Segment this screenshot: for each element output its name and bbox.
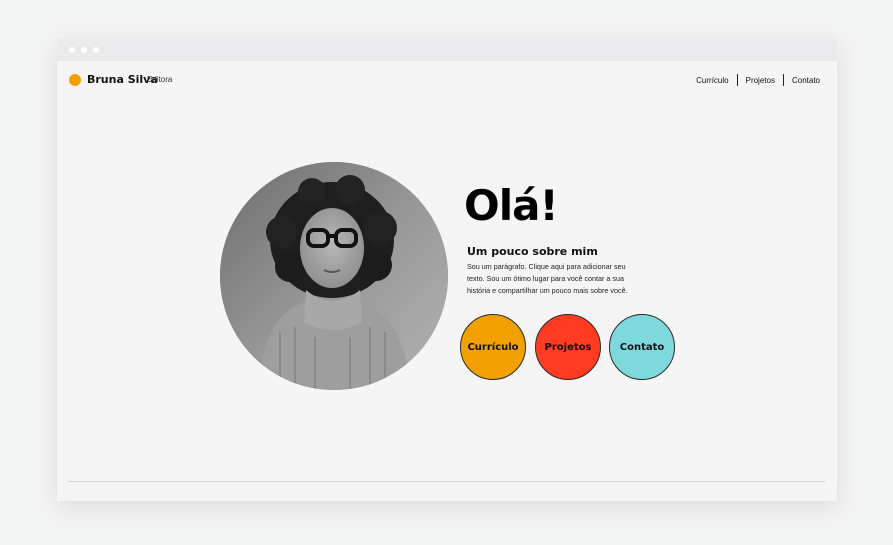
contato-button[interactable]: Contato xyxy=(609,314,675,380)
profile-photo xyxy=(220,162,448,390)
browser-window: Bruna Silva Editora Currículo Projetos C… xyxy=(57,39,837,501)
about-line: história e compartilhar um pouco mais so… xyxy=(467,285,628,295)
logo-dot-icon xyxy=(69,74,81,86)
nav-divider xyxy=(782,74,784,86)
projetos-button[interactable]: Projetos xyxy=(535,314,601,380)
nav-link-curriculo[interactable]: Currículo xyxy=(696,76,728,85)
nav-link-contato[interactable]: Contato xyxy=(792,76,820,85)
about-line: Sou um parágrafo. Clique aqui para adici… xyxy=(467,262,626,271)
window-dot-icon xyxy=(81,47,87,53)
about-paragraph[interactable]: Sou um parágrafo. Clique aqui para adici… xyxy=(467,261,647,296)
nav-divider xyxy=(736,74,738,86)
about-title: Um pouco sobre mim xyxy=(467,245,598,258)
top-nav: Currículo Projetos Contato xyxy=(696,74,820,86)
nav-link-projetos[interactable]: Projetos xyxy=(746,76,775,85)
portrait-photo-icon xyxy=(220,162,448,390)
window-dot-icon xyxy=(93,47,99,53)
window-dot-icon xyxy=(69,47,75,53)
browser-chrome-bar xyxy=(57,39,837,61)
about-line: texto. Sou um ótimo lugar para você cont… xyxy=(467,273,625,283)
footer-divider xyxy=(68,481,826,482)
brand-subtitle: Editora xyxy=(147,75,173,84)
greeting-heading: Olá! xyxy=(464,181,559,230)
curriculo-button[interactable]: Currículo xyxy=(460,314,526,380)
